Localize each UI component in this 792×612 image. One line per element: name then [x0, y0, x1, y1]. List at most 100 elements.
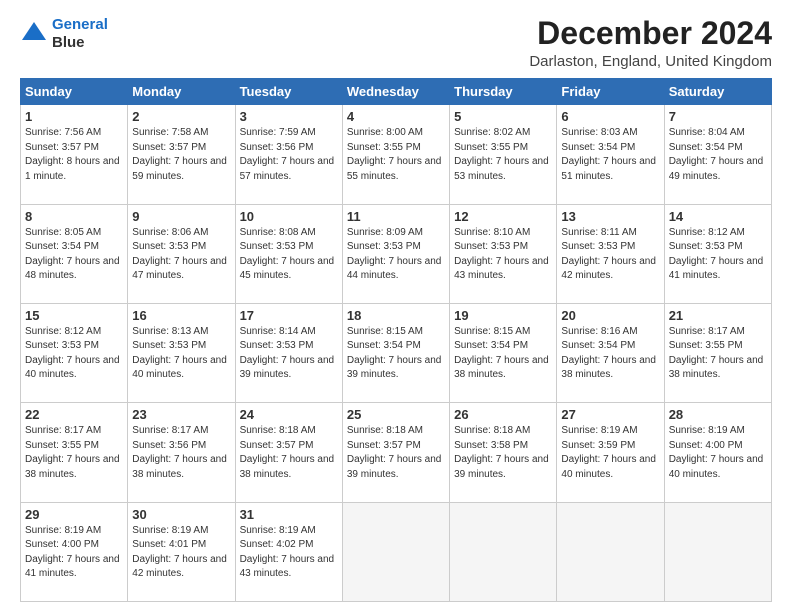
page: General Blue December 2024 Darlaston, En…: [0, 0, 792, 612]
logo-icon: [20, 20, 48, 48]
day-info: Sunrise: 8:12 AMSunset: 3:53 PMDaylight:…: [25, 325, 123, 383]
day-cell: 31 Sunrise: 8:19 AMSunset: 4:02 PMDaylig…: [235, 502, 342, 601]
day-cell: 3 Sunrise: 7:59 AMSunset: 3:56 PMDayligh…: [235, 105, 342, 204]
day-info: Sunrise: 8:12 AMSunset: 3:53 PMDaylight:…: [669, 226, 767, 284]
day-cell: 10 Sunrise: 8:08 AMSunset: 3:53 PMDaylig…: [235, 204, 342, 303]
day-cell: 18 Sunrise: 8:15 AMSunset: 3:54 PMDaylig…: [342, 303, 449, 402]
day-cell: 20 Sunrise: 8:16 AMSunset: 3:54 PMDaylig…: [557, 303, 664, 402]
day-cell: 28 Sunrise: 8:19 AMSunset: 4:00 PMDaylig…: [664, 403, 771, 502]
day-cell: 2 Sunrise: 7:58 AMSunset: 3:57 PMDayligh…: [128, 105, 235, 204]
day-number: 16: [132, 308, 230, 323]
day-info: Sunrise: 8:02 AMSunset: 3:55 PMDaylight:…: [454, 126, 552, 184]
day-cell: 14 Sunrise: 8:12 AMSunset: 3:53 PMDaylig…: [664, 204, 771, 303]
day-info: Sunrise: 7:56 AMSunset: 3:57 PMDaylight:…: [25, 126, 123, 184]
day-info: Sunrise: 8:10 AMSunset: 3:53 PMDaylight:…: [454, 226, 552, 284]
day-cell: 13 Sunrise: 8:11 AMSunset: 3:53 PMDaylig…: [557, 204, 664, 303]
day-cell: 9 Sunrise: 8:06 AMSunset: 3:53 PMDayligh…: [128, 204, 235, 303]
day-cell: 24 Sunrise: 8:18 AMSunset: 3:57 PMDaylig…: [235, 403, 342, 502]
day-info: Sunrise: 8:17 AMSunset: 3:55 PMDaylight:…: [25, 424, 123, 482]
day-cell: 4 Sunrise: 8:00 AMSunset: 3:55 PMDayligh…: [342, 105, 449, 204]
title-block: December 2024 Darlaston, England, United…: [529, 16, 772, 70]
day-info: Sunrise: 8:18 AMSunset: 3:57 PMDaylight:…: [347, 424, 445, 482]
main-title: December 2024: [529, 16, 772, 51]
day-info: Sunrise: 8:08 AMSunset: 3:53 PMDaylight:…: [240, 226, 338, 284]
day-number: 31: [240, 507, 338, 522]
day-number: 9: [132, 209, 230, 224]
day-cell: 1 Sunrise: 7:56 AMSunset: 3:57 PMDayligh…: [21, 105, 128, 204]
day-cell: 15 Sunrise: 8:12 AMSunset: 3:53 PMDaylig…: [21, 303, 128, 402]
day-cell: 25 Sunrise: 8:18 AMSunset: 3:57 PMDaylig…: [342, 403, 449, 502]
col-header-tuesday: Tuesday: [235, 79, 342, 105]
week-row-3: 15 Sunrise: 8:12 AMSunset: 3:53 PMDaylig…: [21, 303, 772, 402]
day-number: 18: [347, 308, 445, 323]
logo: General Blue: [20, 16, 108, 52]
day-info: Sunrise: 8:19 AMSunset: 4:01 PMDaylight:…: [132, 524, 230, 582]
day-number: 19: [454, 308, 552, 323]
day-number: 24: [240, 407, 338, 422]
day-number: 22: [25, 407, 123, 422]
day-cell: 12 Sunrise: 8:10 AMSunset: 3:53 PMDaylig…: [450, 204, 557, 303]
day-cell: 26 Sunrise: 8:18 AMSunset: 3:58 PMDaylig…: [450, 403, 557, 502]
col-header-thursday: Thursday: [450, 79, 557, 105]
day-info: Sunrise: 8:19 AMSunset: 4:00 PMDaylight:…: [25, 524, 123, 582]
day-number: 12: [454, 209, 552, 224]
day-number: 28: [669, 407, 767, 422]
day-info: Sunrise: 8:18 AMSunset: 3:57 PMDaylight:…: [240, 424, 338, 482]
day-info: Sunrise: 8:17 AMSunset: 3:56 PMDaylight:…: [132, 424, 230, 482]
week-row-1: 1 Sunrise: 7:56 AMSunset: 3:57 PMDayligh…: [21, 105, 772, 204]
day-info: Sunrise: 8:13 AMSunset: 3:53 PMDaylight:…: [132, 325, 230, 383]
day-number: 6: [561, 109, 659, 124]
calendar-table: SundayMondayTuesdayWednesdayThursdayFrid…: [20, 78, 772, 602]
week-row-4: 22 Sunrise: 8:17 AMSunset: 3:55 PMDaylig…: [21, 403, 772, 502]
day-info: Sunrise: 8:19 AMSunset: 3:59 PMDaylight:…: [561, 424, 659, 482]
col-header-sunday: Sunday: [21, 79, 128, 105]
subtitle: Darlaston, England, United Kingdom: [529, 53, 772, 70]
day-number: 2: [132, 109, 230, 124]
day-cell: 8 Sunrise: 8:05 AMSunset: 3:54 PMDayligh…: [21, 204, 128, 303]
day-cell: 5 Sunrise: 8:02 AMSunset: 3:55 PMDayligh…: [450, 105, 557, 204]
day-cell: 22 Sunrise: 8:17 AMSunset: 3:55 PMDaylig…: [21, 403, 128, 502]
day-number: 15: [25, 308, 123, 323]
day-info: Sunrise: 8:15 AMSunset: 3:54 PMDaylight:…: [454, 325, 552, 383]
day-info: Sunrise: 8:11 AMSunset: 3:53 PMDaylight:…: [561, 226, 659, 284]
day-info: Sunrise: 8:03 AMSunset: 3:54 PMDaylight:…: [561, 126, 659, 184]
day-info: Sunrise: 8:19 AMSunset: 4:00 PMDaylight:…: [669, 424, 767, 482]
day-number: 13: [561, 209, 659, 224]
day-number: 14: [669, 209, 767, 224]
day-number: 23: [132, 407, 230, 422]
logo-text: General Blue: [52, 16, 108, 52]
day-number: 29: [25, 507, 123, 522]
day-info: Sunrise: 7:58 AMSunset: 3:57 PMDaylight:…: [132, 126, 230, 184]
day-info: Sunrise: 8:06 AMSunset: 3:53 PMDaylight:…: [132, 226, 230, 284]
day-number: 26: [454, 407, 552, 422]
day-number: 4: [347, 109, 445, 124]
day-info: Sunrise: 8:05 AMSunset: 3:54 PMDaylight:…: [25, 226, 123, 284]
day-number: 10: [240, 209, 338, 224]
day-cell: [342, 502, 449, 601]
day-number: 27: [561, 407, 659, 422]
week-row-5: 29 Sunrise: 8:19 AMSunset: 4:00 PMDaylig…: [21, 502, 772, 601]
day-cell: 16 Sunrise: 8:13 AMSunset: 3:53 PMDaylig…: [128, 303, 235, 402]
day-number: 21: [669, 308, 767, 323]
day-cell: 17 Sunrise: 8:14 AMSunset: 3:53 PMDaylig…: [235, 303, 342, 402]
day-cell: [557, 502, 664, 601]
day-number: 5: [454, 109, 552, 124]
day-cell: 27 Sunrise: 8:19 AMSunset: 3:59 PMDaylig…: [557, 403, 664, 502]
day-info: Sunrise: 7:59 AMSunset: 3:56 PMDaylight:…: [240, 126, 338, 184]
day-info: Sunrise: 8:19 AMSunset: 4:02 PMDaylight:…: [240, 524, 338, 582]
day-info: Sunrise: 8:18 AMSunset: 3:58 PMDaylight:…: [454, 424, 552, 482]
day-cell: [664, 502, 771, 601]
col-header-saturday: Saturday: [664, 79, 771, 105]
day-cell: 19 Sunrise: 8:15 AMSunset: 3:54 PMDaylig…: [450, 303, 557, 402]
day-cell: 23 Sunrise: 8:17 AMSunset: 3:56 PMDaylig…: [128, 403, 235, 502]
day-cell: 7 Sunrise: 8:04 AMSunset: 3:54 PMDayligh…: [664, 105, 771, 204]
day-number: 17: [240, 308, 338, 323]
day-info: Sunrise: 8:14 AMSunset: 3:53 PMDaylight:…: [240, 325, 338, 383]
day-cell: 29 Sunrise: 8:19 AMSunset: 4:00 PMDaylig…: [21, 502, 128, 601]
day-number: 1: [25, 109, 123, 124]
day-cell: 21 Sunrise: 8:17 AMSunset: 3:55 PMDaylig…: [664, 303, 771, 402]
day-cell: 6 Sunrise: 8:03 AMSunset: 3:54 PMDayligh…: [557, 105, 664, 204]
day-info: Sunrise: 8:00 AMSunset: 3:55 PMDaylight:…: [347, 126, 445, 184]
day-number: 20: [561, 308, 659, 323]
day-cell: [450, 502, 557, 601]
